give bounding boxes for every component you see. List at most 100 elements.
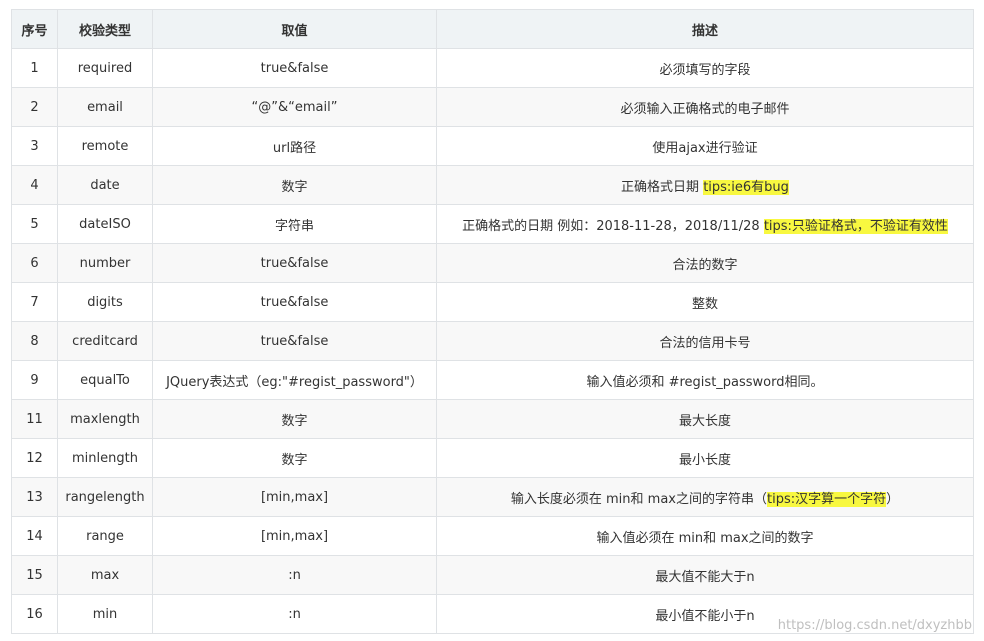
table-row: 16 min:n 最小值不能小于n	[11, 594, 974, 634]
description-text: 必须填写的字段	[659, 62, 751, 78]
cell-rule-type: maxlength	[57, 399, 153, 439]
cell-description: 使用ajax进行验证	[436, 126, 974, 166]
validation-rules-table: 序号 校验类型 取值 描述 1 required true&false 必须填写的字段…	[11, 9, 974, 634]
table-row: 3 remote url路径 使用ajax进行验证	[11, 126, 974, 166]
cell-rule-type: date	[57, 165, 153, 205]
table-row: 2 email “@”&“email” 必须输入正确格式的电子邮件	[11, 87, 974, 127]
table-row: 13 rangelength [min,max] 输入长度必须在 min和 max之间…	[11, 477, 974, 517]
cell-rule-type: creditcard	[57, 321, 153, 361]
cell-index: 9	[11, 360, 58, 400]
cell-description: 最大值不能大于n	[436, 555, 974, 595]
cell-rule-type: remote	[57, 126, 153, 166]
description-text: 正确格式的日期 例如：2018-11-28，2018/11/28	[462, 218, 764, 234]
cell-rule-type: min	[57, 594, 153, 634]
cell-value: [min,max]	[152, 516, 437, 556]
description-text: 最大长度	[678, 413, 731, 429]
cell-value: 数字	[152, 399, 437, 439]
cell-rule-type: max	[57, 555, 153, 595]
cell-rule-type: number	[57, 243, 153, 283]
cell-description: 最小长度	[436, 438, 974, 478]
table-header: 序号 校验类型 取值 描述	[11, 9, 974, 49]
cell-value: 数字	[152, 165, 437, 205]
cell-description: 输入长度必须在 min和 max之间的字符串（tips:汉字算一个字符）	[436, 477, 974, 517]
cell-description: 输入值必须在 min和 max之间的数字	[436, 516, 974, 556]
description-text: 最大值不能大于n	[655, 569, 755, 585]
table-row: 1 required true&false 必须填写的字段	[11, 48, 974, 88]
cell-rule-type: range	[57, 516, 153, 556]
cell-rule-type: digits	[57, 282, 153, 322]
cell-rule-type: email	[57, 87, 153, 127]
cell-description: 正确格式日期 tips:ie6有bug	[436, 165, 974, 205]
description-text: 必须输入正确格式的电子邮件	[620, 101, 790, 117]
table-row: 14 range [min,max] 输入值必须在 min和 max之间的数字	[11, 516, 974, 556]
highlighted-tip: tips:汉字算一个字符	[766, 491, 887, 507]
header-description: 描述	[436, 9, 974, 49]
header-rule-type: 校验类型	[57, 9, 153, 49]
cell-value: 数字	[152, 438, 437, 478]
cell-value: 字符串	[152, 204, 437, 244]
description-text: 合法的信用卡号	[659, 335, 751, 351]
description-text: 最小长度	[678, 452, 731, 468]
table-row: 9 equalTo JQuery表达式（eg:"#regist_password"）…	[11, 360, 974, 400]
cell-value: JQuery表达式（eg:"#regist_password"）	[152, 360, 437, 400]
table-row: 6 number true&false 合法的数字	[11, 243, 974, 283]
table-row: 12 minlength 数字 最小长度	[11, 438, 974, 478]
description-text: 输入长度必须在 min和 max之间的字符串（	[510, 491, 767, 507]
cell-value: true&false	[152, 282, 437, 322]
description-text: 输入值必须在 min和 max之间的数字	[596, 530, 814, 546]
description-text: 最小值不能小于n	[655, 608, 755, 624]
table-row: 15 max:n 最大值不能大于n	[11, 555, 974, 595]
cell-rule-type: dateISO	[57, 204, 153, 244]
cell-description: 输入值必须和 #regist_password相同。	[436, 360, 974, 400]
table-row: 7 digits true&false 整数	[11, 282, 974, 322]
cell-rule-type: equalTo	[57, 360, 153, 400]
header-row: 序号 校验类型 取值 描述	[11, 9, 974, 49]
cell-index: 13	[11, 477, 58, 517]
description-text: 正确格式日期	[621, 179, 704, 195]
header-index: 序号	[11, 9, 58, 49]
cell-index: 6	[11, 243, 58, 283]
cell-value: true&false	[152, 243, 437, 283]
cell-description: 合法的数字	[436, 243, 974, 283]
cell-index: 11	[11, 399, 58, 439]
cell-index: 4	[11, 165, 58, 205]
cell-index: 15	[11, 555, 58, 595]
description-text: 使用ajax进行验证	[652, 140, 758, 156]
description-text: 输入值必须和 #regist_password相同。	[586, 374, 824, 390]
cell-description: 必须输入正确格式的电子邮件	[436, 87, 974, 127]
highlighted-tip: tips:只验证格式，不验证有效性	[763, 218, 948, 234]
cell-index: 7	[11, 282, 58, 322]
cell-description: 最小值不能小于n	[436, 594, 974, 634]
cell-index: 12	[11, 438, 58, 478]
cell-value: [min,max]	[152, 477, 437, 517]
cell-index: 16	[11, 594, 58, 634]
cell-value: true&false	[152, 48, 437, 88]
cell-index: 8	[11, 321, 58, 361]
cell-rule-type: minlength	[57, 438, 153, 478]
highlighted-tip: tips:ie6有bug	[703, 179, 789, 195]
cell-value: true&false	[152, 321, 437, 361]
cell-description: 最大长度	[436, 399, 974, 439]
cell-description: 整数	[436, 282, 974, 322]
cell-value: :n	[152, 555, 437, 595]
cell-index: 1	[11, 48, 58, 88]
table-row: 5 dateISO 字符串 正确格式的日期 例如：2018-11-28，2018/11…	[11, 204, 974, 244]
table-body: 1 required true&false 必须填写的字段 2 email “@”&“ema…	[11, 48, 974, 634]
cell-index: 5	[11, 204, 58, 244]
table-row: 8 creditcard true&false 合法的信用卡号	[11, 321, 974, 361]
table-row: 11 maxlength 数字 最大长度	[11, 399, 974, 439]
table-row: 4 date 数字 正确格式日期 tips:ie6有bug	[11, 165, 974, 205]
cell-rule-type: rangelength	[57, 477, 153, 517]
cell-index: 3	[11, 126, 58, 166]
cell-index: 2	[11, 87, 58, 127]
cell-value: :n	[152, 594, 437, 634]
cell-description: 正确格式的日期 例如：2018-11-28，2018/11/28 tips:只验…	[436, 204, 974, 244]
cell-value: “@”&“email”	[152, 87, 437, 127]
description-text: 整数	[691, 296, 718, 312]
cell-value: url路径	[152, 126, 437, 166]
cell-rule-type: required	[57, 48, 153, 88]
cell-index: 14	[11, 516, 58, 556]
cell-description: 必须填写的字段	[436, 48, 974, 88]
cell-description: 合法的信用卡号	[436, 321, 974, 361]
description-text: 合法的数字	[672, 257, 738, 273]
